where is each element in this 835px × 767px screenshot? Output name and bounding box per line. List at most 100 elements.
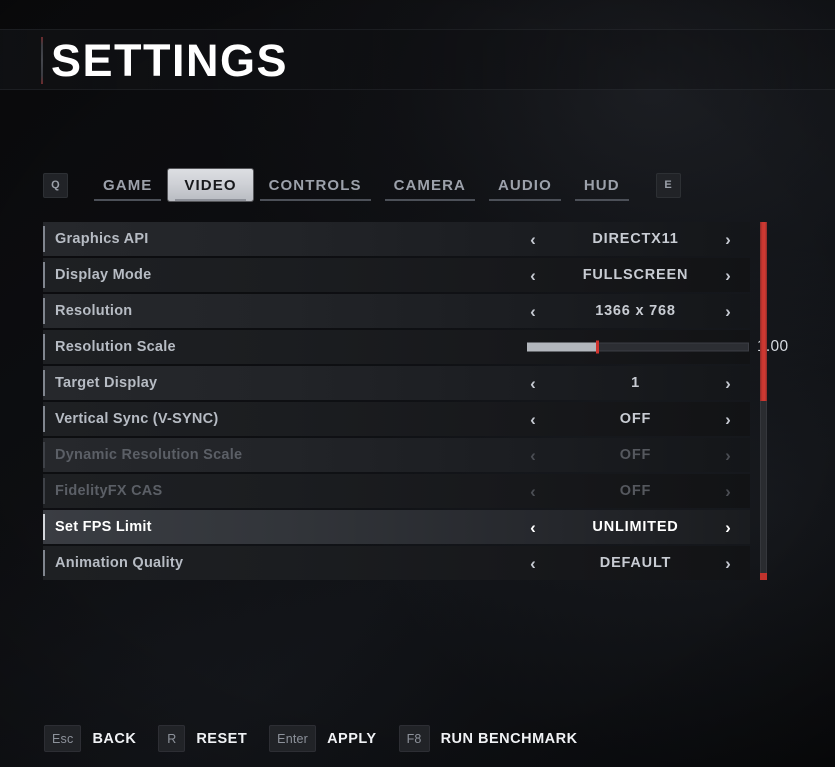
slider-thumb[interactable] bbox=[596, 340, 600, 354]
action-bar: Esc BACK R RESET Enter APPLY F8 RUN BENCHMARK bbox=[44, 723, 600, 754]
chevron-right-icon[interactable]: › bbox=[714, 231, 742, 248]
chevron-right-icon: › bbox=[725, 445, 731, 465]
tab-camera[interactable]: CAMERA bbox=[378, 169, 482, 201]
action-key-hint: R bbox=[158, 725, 186, 752]
tab-hud[interactable]: HUD bbox=[568, 169, 636, 201]
chevron-left-icon[interactable]: ‹ bbox=[519, 555, 547, 572]
setting-control: ‹ OFF › bbox=[479, 402, 750, 436]
page-title: SETTINGS bbox=[51, 35, 289, 86]
setting-label: Dynamic Resolution Scale bbox=[55, 447, 243, 463]
tab-underline bbox=[259, 199, 371, 201]
chevron-right-icon[interactable]: › bbox=[714, 411, 742, 428]
chevron-right-icon[interactable]: › bbox=[714, 267, 742, 284]
action-key-hint: Esc bbox=[44, 725, 82, 752]
row-accent-bar bbox=[43, 550, 45, 576]
chevron-left-icon[interactable]: ‹ bbox=[519, 303, 547, 320]
setting-label: Resolution Scale bbox=[55, 339, 176, 355]
tab-audio[interactable]: AUDIO bbox=[482, 169, 568, 201]
setting-label: Target Display bbox=[55, 375, 158, 391]
tab-underline bbox=[574, 199, 629, 201]
action-label: RUN BENCHMARK bbox=[440, 730, 578, 747]
setting-value: UNLIMITED bbox=[592, 519, 679, 535]
chevron-right-icon[interactable]: › bbox=[714, 303, 742, 320]
slider-fill bbox=[527, 342, 599, 352]
row-accent-bar bbox=[43, 442, 45, 468]
setting-label: Resolution bbox=[55, 303, 133, 319]
chevron-left-icon[interactable]: ‹ bbox=[519, 411, 547, 428]
setting-row[interactable]: Target Display ‹ 1 › bbox=[43, 366, 750, 400]
action-run-benchmark[interactable]: F8 RUN BENCHMARK bbox=[398, 725, 578, 752]
row-accent-bar bbox=[43, 298, 45, 324]
setting-label: Animation Quality bbox=[55, 555, 184, 571]
setting-value: FULLSCREEN bbox=[582, 267, 689, 283]
tab-underline bbox=[94, 199, 162, 201]
chevron-right-icon[interactable]: › bbox=[714, 519, 742, 536]
tab-label: HUD bbox=[583, 176, 620, 194]
setting-row[interactable]: Resolution Scale 1.00 bbox=[43, 330, 788, 364]
tab-gap-right bbox=[636, 169, 656, 201]
setting-row[interactable]: Vertical Sync (V-SYNC) ‹ OFF › bbox=[43, 402, 750, 436]
action-key-hint: Enter bbox=[269, 725, 317, 752]
setting-value: OFF bbox=[619, 483, 652, 499]
setting-control: ‹ 1 › bbox=[479, 366, 750, 400]
chevron-left-icon[interactable]: ‹ bbox=[519, 267, 547, 284]
tab-underline bbox=[175, 199, 246, 201]
setting-row[interactable]: Set FPS Limit ‹ UNLIMITED › bbox=[43, 510, 750, 544]
settings-scrollbar[interactable] bbox=[760, 222, 767, 580]
chevron-left-icon[interactable]: ‹ bbox=[519, 231, 547, 248]
row-accent-bar bbox=[43, 262, 45, 288]
action-apply[interactable]: Enter APPLY bbox=[269, 725, 376, 752]
chevron-left-icon: ‹ bbox=[530, 445, 536, 465]
setting-control: ‹ DEFAULT › bbox=[479, 546, 750, 580]
chevron-left-icon[interactable]: ‹ bbox=[519, 375, 547, 392]
chevron-right-icon[interactable]: › bbox=[714, 375, 742, 392]
setting-row: Dynamic Resolution Scale ‹ OFF › bbox=[43, 438, 750, 472]
setting-value: OFF bbox=[619, 447, 652, 463]
next-tab-key-hint[interactable]: E bbox=[655, 172, 681, 198]
setting-row[interactable]: Display Mode ‹ FULLSCREEN › bbox=[43, 258, 750, 292]
action-label: BACK bbox=[92, 730, 137, 747]
setting-row[interactable]: Resolution ‹ 1366 x 768 › bbox=[43, 294, 750, 328]
tab-controls[interactable]: CONTROLS bbox=[253, 169, 378, 201]
chevron-right-icon: › bbox=[725, 481, 731, 501]
setting-control: ‹ FULLSCREEN › bbox=[479, 258, 750, 292]
settings-screen: SETTINGS Q GAME VIDEO CONTROLS CAMERA AUDIO H… bbox=[0, 0, 835, 767]
row-accent-bar bbox=[43, 370, 45, 396]
prev-tab-key-hint[interactable]: Q bbox=[43, 172, 68, 198]
row-accent-bar bbox=[43, 226, 45, 252]
setting-label: Graphics API bbox=[55, 231, 149, 247]
setting-control: ‹ OFF › bbox=[479, 438, 750, 472]
setting-label: FidelityFX CAS bbox=[55, 483, 163, 499]
setting-value: OFF bbox=[619, 411, 652, 427]
row-accent-bar bbox=[43, 334, 45, 360]
setting-value: 1 bbox=[631, 375, 640, 391]
chevron-left-icon[interactable]: ‹ bbox=[519, 519, 547, 536]
setting-label: Set FPS Limit bbox=[55, 519, 152, 535]
settings-list: Graphics API ‹ DIRECTX11 › Display Mode ‹ FULL… bbox=[43, 222, 788, 582]
tab-label: GAME bbox=[103, 176, 153, 194]
setting-row[interactable]: Animation Quality ‹ DEFAULT › bbox=[43, 546, 750, 580]
setting-row[interactable]: Graphics API ‹ DIRECTX11 › bbox=[43, 222, 750, 256]
tab-game[interactable]: GAME bbox=[87, 169, 168, 201]
setting-control: ‹ 1366 x 768 › bbox=[479, 294, 750, 328]
tab-underline bbox=[489, 199, 561, 201]
tab-video[interactable]: VIDEO bbox=[168, 169, 253, 201]
action-reset[interactable]: R RESET bbox=[158, 725, 247, 752]
setting-control: ‹ DIRECTX11 › bbox=[479, 222, 750, 256]
row-accent-bar bbox=[43, 514, 45, 540]
action-label: APPLY bbox=[327, 730, 377, 747]
tab-gap-left bbox=[68, 169, 87, 201]
tab-label: CAMERA bbox=[393, 176, 466, 194]
scrollbar-thumb[interactable] bbox=[760, 222, 767, 401]
tab-bar: Q GAME VIDEO CONTROLS CAMERA AUDIO HUD E bbox=[43, 169, 681, 201]
resolution-scale-slider[interactable] bbox=[527, 340, 749, 354]
chevron-right-icon[interactable]: › bbox=[714, 555, 742, 572]
action-label: RESET bbox=[196, 730, 248, 747]
action-key-hint: F8 bbox=[398, 725, 430, 752]
setting-control: ‹ OFF › bbox=[479, 474, 750, 508]
row-accent-bar bbox=[43, 478, 45, 504]
tab-label: VIDEO bbox=[184, 176, 237, 194]
setting-value: DIRECTX11 bbox=[592, 231, 679, 247]
tab-underline bbox=[384, 199, 475, 201]
action-back[interactable]: Esc BACK bbox=[44, 725, 136, 752]
